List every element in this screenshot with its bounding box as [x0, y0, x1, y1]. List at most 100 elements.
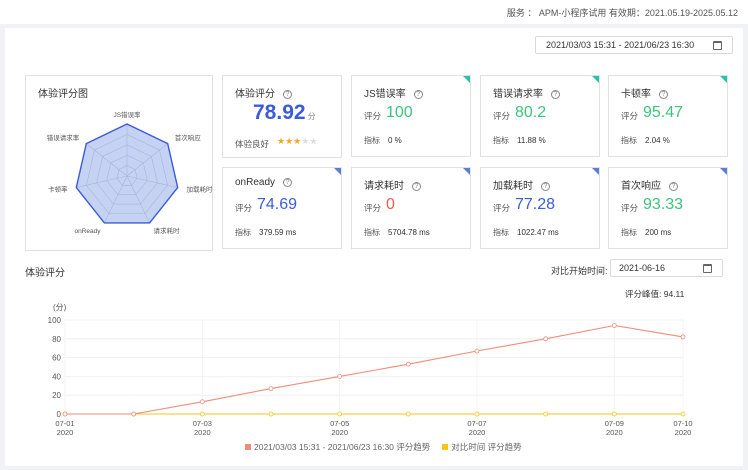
compare-date-value: 2021-06-16 [619, 263, 666, 273]
metric-score: 80.2 [515, 104, 547, 121]
data-point [131, 411, 137, 417]
metric-indicator: 指标 200 ms [621, 228, 672, 237]
calendar-icon [713, 41, 722, 50]
metric-card[interactable]: 错误请求率? 评分 80.2 指标 11.88 % [480, 75, 600, 157]
legend-swatch [442, 444, 449, 450]
calendar-icon [703, 264, 712, 273]
main-panel: 2021/03/03 15:31 - 2021/06/23 16:30 体验评分… [5, 28, 743, 466]
metric-score: 100 [386, 104, 413, 121]
score-label: 评分 [621, 203, 639, 213]
corner-marker [334, 168, 341, 175]
metric-score: 77.28 [515, 196, 556, 213]
data-point [680, 411, 686, 417]
y-tick-label: 0 [57, 410, 62, 419]
x-tick-label: 07-03 [193, 419, 212, 428]
help-icon[interactable]: ? [413, 90, 423, 99]
metric-title: 卡顿率 [621, 89, 651, 100]
legend-item[interactable]: 2021/03/03 15:31 - 2021/06/23 16:30 评分趋势 [245, 442, 430, 452]
metric-card[interactable]: JS错误率? 评分 100 指标 0 % [351, 75, 471, 157]
help-icon[interactable]: ? [659, 90, 668, 99]
radar-axis-label: 请求耗时 [154, 226, 181, 235]
metric-indicator: 指标 1022.47 ms [493, 228, 559, 237]
date-range-value: 2021/03/03 15:31 - 2021/06/23 16:30 [546, 40, 695, 50]
metric-card[interactable]: 卡顿率? 评分 95.47 指标 2.04 % [608, 75, 728, 157]
x-tick-label: 07-01 [55, 419, 74, 428]
data-point [474, 411, 480, 417]
data-point [199, 399, 205, 405]
data-point [611, 411, 617, 417]
data-point [543, 411, 549, 417]
score-unit: 分 [307, 112, 316, 121]
legend-swatch [245, 444, 251, 450]
data-point [268, 386, 274, 392]
legend-item[interactable]: 对比时间 评分趋势 [442, 442, 522, 452]
corner-marker [463, 76, 470, 83]
metric-card[interactable]: onReady? 评分 74.69 指标 379.59 ms [222, 167, 342, 249]
metric-card[interactable]: 首次响应? 评分 93.33 指标 200 ms [608, 167, 728, 249]
radar-axis-label: 错误请求率 [47, 133, 80, 142]
metric-title: JS错误率 [364, 89, 406, 100]
corner-marker [592, 76, 599, 83]
y-tick-label: 100 [48, 316, 62, 325]
radar-axis-label: onReady [74, 228, 101, 235]
legend-label: 2021/03/03 15:31 - 2021/06/23 16:30 评分趋势 [254, 442, 431, 452]
score-label: 评分 [621, 111, 639, 121]
chart-legend: 2021/03/03 15:31 - 2021/06/23 16:30 评分趋势… [245, 441, 534, 453]
score-label: 评分 [364, 203, 382, 213]
trend-title: 体验评分 [25, 268, 65, 279]
service-info: 服务 ： APM-小程序试用 有效期：2021.05.19-2025.05.12 [506, 8, 738, 18]
score-card: 体验评分? 78.92 分 体验良好 ★★★★★ [222, 75, 342, 158]
x-tick-label: 07-07 [467, 419, 486, 428]
metric-score: 74.69 [257, 196, 298, 213]
help-icon[interactable]: ? [669, 182, 678, 191]
help-icon[interactable]: ? [283, 90, 292, 99]
help-icon[interactable]: ? [541, 182, 550, 191]
date-range-picker[interactable]: 2021/03/03 15:31 - 2021/06/23 16:30 [535, 36, 733, 54]
data-point [62, 411, 68, 417]
help-icon[interactable]: ? [283, 178, 293, 187]
series-line [65, 324, 684, 415]
metric-score: 0 [386, 196, 395, 213]
quality-label: 体验良好 [235, 139, 270, 149]
metric-title: 错误请求率 [493, 89, 543, 100]
x-tick-year: 2020 [675, 428, 692, 437]
star-icon: ★ [285, 136, 294, 146]
score-label: 评分 [493, 111, 511, 121]
compare-label: 对比开始时间: [551, 266, 608, 276]
radar-axis-label: JS错误率 [113, 110, 141, 119]
metric-indicator: 指标 11.88 % [493, 136, 546, 145]
score-number: 78.92 [253, 101, 306, 124]
help-icon[interactable]: ? [412, 182, 421, 191]
star-icon: ★ [309, 136, 318, 146]
x-tick-label: 07-10 [673, 419, 692, 428]
x-tick-year: 2020 [331, 428, 348, 437]
data-point [611, 323, 617, 328]
radar-axis-label: 首次响应 [175, 133, 202, 142]
data-point [680, 334, 686, 340]
x-tick-year: 2020 [194, 428, 211, 437]
data-point [199, 411, 205, 417]
metric-title: 首次响应 [621, 181, 661, 192]
score-title: 体验评分 [235, 89, 275, 100]
metric-card[interactable]: 加载耗时? 评分 77.28 指标 1022.47 ms [480, 167, 600, 249]
radar-area [75, 123, 179, 224]
y-axis-label: (分) [53, 303, 67, 312]
peak-score: 评分峰值: 94.11 [625, 289, 685, 299]
y-tick-label: 40 [52, 372, 61, 381]
x-tick-year: 2020 [57, 428, 74, 437]
metric-title: 请求耗时 [364, 181, 404, 192]
x-tick-label: 07-05 [330, 419, 349, 428]
data-point [337, 411, 343, 417]
score-label: 评分 [235, 203, 253, 213]
metric-card[interactable]: 请求耗时? 评分 0 指标 5704.78 ms [351, 167, 471, 249]
help-icon[interactable]: ? [551, 90, 560, 99]
corner-marker [720, 168, 727, 175]
score-label: 评分 [364, 111, 382, 121]
compare-date-picker[interactable]: 2021-06-16 [610, 259, 723, 277]
score-value: 78.92 分 [253, 101, 316, 125]
top-bar: 服务 ： APM-小程序试用 有效期：2021.05.19-2025.05.12 [0, 0, 748, 24]
corner-marker [463, 168, 470, 175]
metric-indicator: 指标 0 % [364, 136, 402, 145]
data-point [474, 348, 480, 354]
legend-label: 对比时间 评分趋势 [451, 442, 522, 452]
